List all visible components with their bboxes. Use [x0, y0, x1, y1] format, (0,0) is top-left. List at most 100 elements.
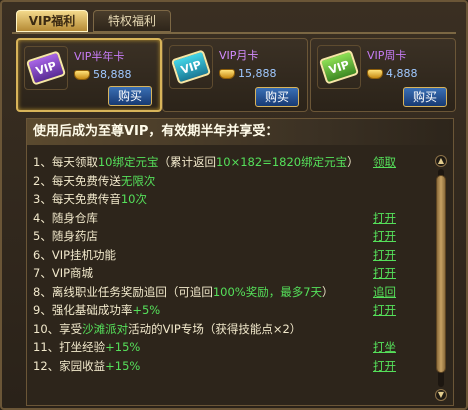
card-title: VIP周卡 [367, 49, 407, 62]
benefit-highlight: +15% [105, 340, 141, 354]
buy-button[interactable]: 购买 [403, 87, 447, 107]
price-value: 15,888 [238, 67, 277, 80]
benefit-action-link[interactable]: 打开 [373, 246, 396, 264]
benefit-highlight: 100%奖励，最多7天 [212, 284, 323, 299]
benefit-number: 8、 [33, 284, 52, 299]
benefit-action-link[interactable]: 打开 [373, 301, 396, 319]
benefit-highlight: +15% [105, 358, 141, 373]
benefit-highlight: +5% [132, 303, 161, 317]
benefit-text: 12、家园收益+15% [33, 359, 140, 373]
benefit-segment: VIP挂机功能 [51, 247, 117, 262]
benefit-row: 12、家园收益+15% 打开 [27, 357, 427, 376]
benefit-action-link[interactable]: 追回 [373, 283, 396, 301]
benefit-row: 8、离线职业任务奖励追回（可追回100%奖励，最多7天） 追回 [27, 283, 427, 302]
benefit-highlight: 沙滩派对 [82, 321, 129, 336]
benefit-row: 11、打坐经验+15% 打坐 [27, 338, 427, 357]
benefit-row: 7、VIP商城 打开 [27, 264, 427, 283]
tab-vip-welfare[interactable]: VIP福利 [16, 10, 88, 32]
benefit-segment: 随身仓库 [51, 210, 98, 225]
benefit-highlight: 10绑定元宝 [97, 155, 159, 169]
benefit-text: 5、随身药店 [33, 229, 98, 243]
benefit-text: 9、强化基础成功率+5% [33, 303, 160, 317]
benefit-segment: ） [347, 155, 359, 169]
benefit-number: 12、 [33, 358, 60, 373]
benefit-row: 1、每天领取10绑定元宝（累计返回10×182=1820绑定元宝） 领取 [27, 153, 427, 172]
vip-month-ticket-icon: VIP [169, 45, 213, 89]
card-price: 4,888 [367, 67, 418, 80]
benefit-text: 10、享受沙滩派对活动的VIP专场（获得技能点×2） [33, 322, 301, 336]
benefit-number: 9、 [33, 303, 52, 317]
benefit-action-link[interactable]: 领取 [373, 153, 396, 171]
benefit-segment: 享受 [59, 321, 83, 336]
gold-ingot-icon [367, 68, 383, 79]
benefit-number: 11、 [33, 340, 60, 354]
benefits-section: 使用后成为至尊VIP，有效期半年并享受： 1、每天领取10绑定元宝（累计返回10… [26, 118, 454, 406]
benefit-text: 11、打坐经验+15% [33, 340, 140, 354]
benefit-row: 6、VIP挂机功能 打开 [27, 246, 427, 265]
tab-divider [12, 32, 456, 34]
vip-week-card[interactable]: VIP VIP周卡 4,888 购买 [310, 38, 456, 112]
vip-month-card[interactable]: VIP VIP月卡 15,888 购买 [162, 38, 308, 112]
benefits-list: 1、每天领取10绑定元宝（累计返回10×182=1820绑定元宝） 领取 2、每天免… [27, 153, 427, 375]
benefit-highlight: 10次 [120, 192, 147, 206]
benefit-segment: 每天领取 [51, 155, 98, 169]
benefit-action-link[interactable]: 打开 [373, 227, 396, 245]
benefits-headline: 使用后成为至尊VIP，有效期半年并享受： [27, 119, 453, 145]
benefit-segment: （累计返回 [158, 155, 216, 169]
benefit-number: 2、 [33, 173, 52, 188]
card-price: 58,888 [74, 68, 132, 81]
benefit-highlight: 10×182=1820绑定元宝 [215, 155, 348, 169]
benefit-segment: 离线职业任务奖励追回（可追回 [51, 284, 213, 299]
benefit-text: 4、随身仓库 [33, 211, 98, 225]
benefit-text: 7、VIP商城 [33, 266, 93, 280]
benefit-number: 7、 [33, 266, 52, 280]
benefit-highlight: 无限次 [120, 173, 156, 188]
benefit-number: 5、 [33, 229, 52, 243]
benefit-row: 3、每天免费传音10次 [27, 190, 427, 209]
benefit-number: 6、 [33, 247, 52, 262]
price-value: 58,888 [93, 68, 132, 81]
price-value: 4,888 [386, 67, 418, 80]
benefit-row: 5、随身药店 打开 [27, 227, 427, 246]
scroll-thumb[interactable] [436, 175, 446, 373]
tab-privilege-welfare[interactable]: 特权福利 [93, 10, 171, 32]
benefit-segment: 每天免费传音 [51, 192, 121, 206]
benefit-number: 10、 [33, 321, 60, 336]
gold-ingot-icon [74, 69, 90, 80]
benefit-text: 8、离线职业任务奖励追回（可追回100%奖励，最多7天） [33, 285, 334, 299]
gold-ingot-icon [219, 68, 235, 79]
vip-halfyear-ticket-icon: VIP [24, 46, 68, 90]
benefit-number: 4、 [33, 210, 52, 225]
benefit-row: 10、享受沙滩派对活动的VIP专场（获得技能点×2） [27, 320, 427, 339]
benefit-action-link[interactable]: 打开 [373, 264, 396, 282]
benefit-segment: 强化基础成功率 [51, 303, 133, 317]
benefit-action-link[interactable]: 打开 [373, 357, 396, 375]
benefit-segment: 活动的VIP专场（获得技能点×2） [128, 321, 302, 336]
vip-welfare-panel: VIP福利 特权福利 VIP VIP半年卡 58,888 购买 VIP VIP月… [0, 0, 468, 410]
vip-week-ticket-icon: VIP [317, 45, 361, 89]
card-price: 15,888 [219, 67, 277, 80]
benefit-action-link[interactable]: 打开 [373, 209, 396, 227]
benefit-text: 2、每天免费传送无限次 [33, 174, 155, 188]
benefit-number: 1、 [33, 155, 52, 169]
benefit-segment: 随身药店 [51, 229, 98, 243]
buy-button[interactable]: 购买 [255, 87, 299, 107]
vip-halfyear-card[interactable]: VIP VIP半年卡 58,888 购买 [16, 38, 162, 112]
benefit-row: 2、每天免费传送无限次 [27, 172, 427, 191]
scroll-down-icon[interactable]: ▼ [435, 389, 447, 401]
benefit-text: 6、VIP挂机功能 [33, 248, 116, 262]
card-title: VIP半年卡 [74, 50, 125, 63]
benefit-segment: ） [322, 284, 334, 299]
benefit-segment: VIP商城 [51, 266, 94, 280]
card-title: VIP月卡 [219, 49, 259, 62]
benefit-segment: 每天免费传送 [51, 173, 121, 188]
benefit-action-link[interactable]: 打坐 [373, 338, 396, 356]
scroll-up-icon[interactable]: ▲ [435, 155, 447, 167]
benefit-row: 4、随身仓库 打开 [27, 209, 427, 228]
benefit-text: 3、每天免费传音10次 [33, 192, 147, 206]
scrollbar[interactable]: ▲ ▼ [435, 155, 447, 401]
benefit-row: 9、强化基础成功率+5% 打开 [27, 301, 427, 320]
benefit-text: 1、每天领取10绑定元宝（累计返回10×182=1820绑定元宝） [33, 155, 359, 169]
buy-button[interactable]: 购买 [108, 86, 152, 106]
benefit-segment: 打坐经验 [59, 340, 106, 354]
